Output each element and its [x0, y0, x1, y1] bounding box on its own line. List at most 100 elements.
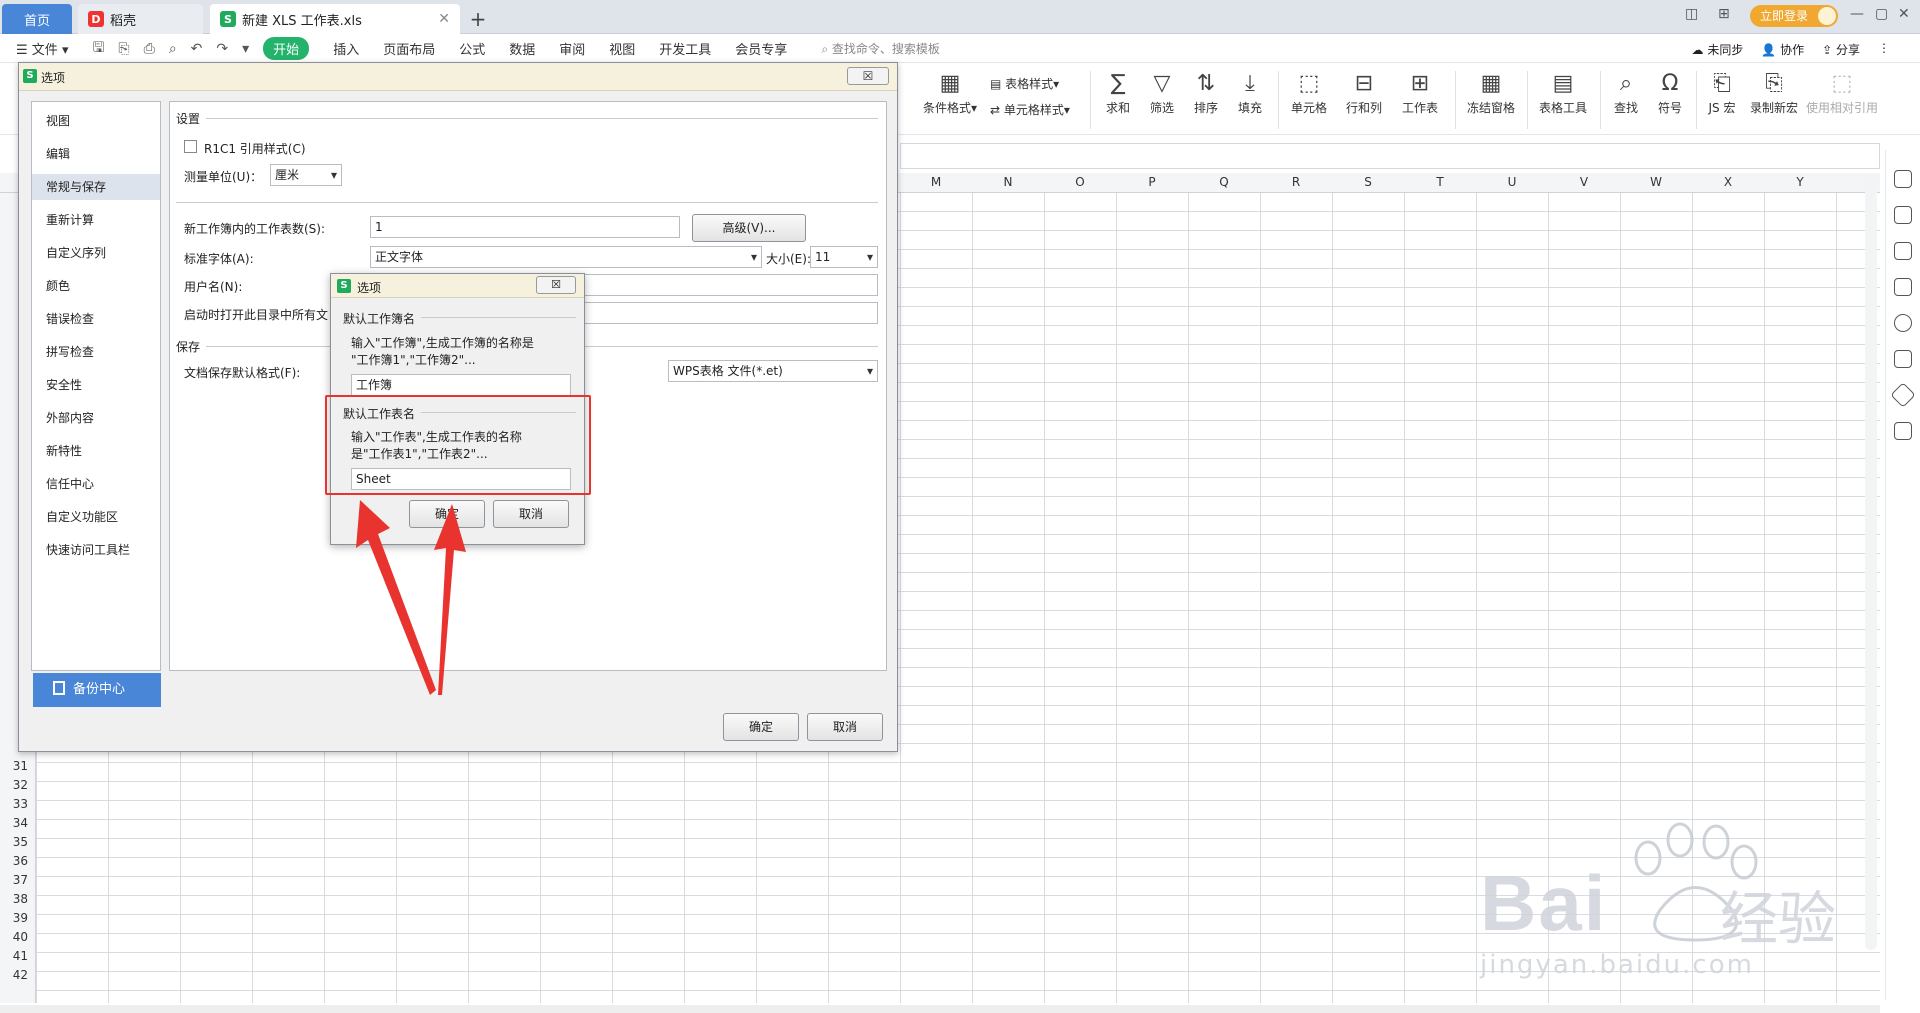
export-icon[interactable]: ⎘	[118, 41, 129, 57]
menu-insert[interactable]: 插入	[333, 39, 359, 58]
menu-data[interactable]: 数据	[509, 39, 535, 58]
collab-button[interactable]: 👤 协作	[1761, 41, 1804, 58]
cancel-button[interactable]: 取消	[493, 500, 569, 528]
filter-button[interactable]: ▽ 筛选	[1142, 69, 1182, 116]
style-icon[interactable]	[1894, 170, 1912, 188]
record-macro-button[interactable]: ⎘ 录制新宏	[1748, 69, 1800, 116]
size-select[interactable]: 11	[810, 246, 878, 268]
column-label[interactable]: N	[972, 175, 1044, 189]
nav-item-security[interactable]: 安全性	[32, 372, 160, 398]
column-label[interactable]: U	[1476, 175, 1548, 189]
nav-item-edit[interactable]: 编辑	[32, 141, 160, 167]
menu-developer[interactable]: 开发工具	[659, 39, 711, 58]
row-label[interactable]: 41	[0, 949, 34, 963]
sync-button[interactable]: ☁ 未同步	[1691, 41, 1743, 58]
grid-icon[interactable]: ⊞	[1718, 6, 1730, 22]
row-label[interactable]: 39	[0, 911, 34, 925]
sheets-count-input[interactable]: 1	[370, 216, 680, 238]
command-search[interactable]: ⌕ 查找命令、搜索模板	[821, 40, 940, 57]
font-select[interactable]: 正文字体	[370, 246, 762, 268]
more-icon[interactable]: ▾	[242, 41, 249, 57]
new-tab-button[interactable]: +	[462, 4, 494, 34]
column-label[interactable]: W	[1620, 175, 1692, 189]
maximize-button[interactable]: ▢	[1875, 6, 1888, 22]
js-macro-button[interactable]: ⎗ JS 宏	[1702, 69, 1742, 116]
column-label[interactable]: R	[1260, 175, 1332, 189]
unit-select[interactable]: 厘米	[270, 164, 342, 186]
column-label[interactable]: S	[1332, 175, 1404, 189]
column-label[interactable]: T	[1404, 175, 1476, 189]
save-format-select[interactable]: WPS表格 文件(*.et)	[668, 360, 878, 382]
more-options-icon[interactable]: ⋮	[1878, 41, 1890, 58]
book-icon[interactable]	[1894, 422, 1912, 440]
layout-icon[interactable]: ◫	[1685, 6, 1698, 22]
column-label[interactable]: V	[1548, 175, 1620, 189]
horizontal-scrollbar[interactable]	[0, 1005, 1880, 1013]
cell-button[interactable]: ⬚ 单元格	[1285, 69, 1333, 116]
default-names-titlebar[interactable]: S 选项 ☒	[331, 274, 584, 298]
tab-daoke[interactable]: D 稻壳	[78, 4, 203, 34]
nav-item-custom-ribbon[interactable]: 自定义功能区	[32, 504, 160, 530]
column-label[interactable]: Q	[1188, 175, 1260, 189]
cell-style-button[interactable]: ⇄ 单元格样式▾	[990, 101, 1070, 118]
ok-button[interactable]: 确定	[723, 713, 799, 741]
row-label[interactable]: 42	[0, 968, 34, 982]
formula-bar[interactable]	[900, 143, 1880, 169]
backup-center-button[interactable]: 备份中心	[33, 673, 161, 707]
nav-item-external[interactable]: 外部内容	[32, 405, 160, 431]
menu-start[interactable]: 开始	[263, 37, 310, 60]
row-label[interactable]: 36	[0, 854, 34, 868]
column-label[interactable]: Y	[1764, 175, 1836, 189]
close-button[interactable]: ☒	[536, 276, 576, 294]
column-label[interactable]: P	[1116, 175, 1188, 189]
column-label[interactable]: O	[1044, 175, 1116, 189]
menu-review[interactable]: 审阅	[559, 39, 585, 58]
cancel-button[interactable]: 取消	[807, 713, 883, 741]
menu-page-layout[interactable]: 页面布局	[383, 39, 435, 58]
freeze-button[interactable]: ▦ 冻结窗格	[1462, 69, 1520, 116]
close-tab-icon[interactable]: ✕	[438, 11, 450, 27]
nav-item-spell-check[interactable]: 拼写检查	[32, 339, 160, 365]
row-label[interactable]: 37	[0, 873, 34, 887]
table-tools-button[interactable]: ▤ 表格工具	[1534, 69, 1592, 116]
login-button[interactable]: 立即登录	[1750, 5, 1839, 27]
sort-button[interactable]: ⇅ 排序	[1186, 69, 1226, 116]
row-label[interactable]: 38	[0, 892, 34, 906]
nav-item-view[interactable]: 视图	[32, 108, 160, 134]
location-icon[interactable]	[1890, 382, 1916, 408]
vertical-scrollbar[interactable]	[1865, 180, 1877, 950]
undo-icon[interactable]: ↶	[191, 41, 203, 57]
menu-member[interactable]: 会员专享	[735, 39, 787, 58]
nav-item-color[interactable]: 颜色	[32, 273, 160, 299]
row-label[interactable]: 40	[0, 930, 34, 944]
options-dialog-titlebar[interactable]: S 选项 ☒	[19, 63, 897, 91]
row-label[interactable]: 31	[0, 759, 34, 773]
find-button[interactable]: ⌕ 查找	[1606, 69, 1646, 116]
redo-icon[interactable]: ↷	[216, 41, 228, 57]
nav-item-quick-access[interactable]: 快速访问工具栏	[32, 537, 160, 563]
select-icon[interactable]	[1894, 206, 1912, 224]
file-menu[interactable]: ☰ 文件 ▾	[16, 39, 68, 58]
nav-item-recalc[interactable]: 重新计算	[32, 207, 160, 233]
help-icon[interactable]	[1894, 314, 1912, 332]
tab-document[interactable]: S 新建 XLS 工作表.xls ✕	[210, 4, 460, 34]
preview-icon[interactable]: ⌕	[169, 41, 177, 57]
share-button[interactable]: ⇪ 分享	[1822, 41, 1860, 58]
cond-format-button[interactable]: ▦ 条件格式▾	[920, 69, 980, 116]
crop-icon[interactable]	[1894, 278, 1912, 296]
worksheet-button[interactable]: ⊞ 工作表	[1396, 69, 1444, 116]
table-style-button[interactable]: ▤ 表格样式▾	[990, 75, 1059, 92]
save-icon[interactable]: 🖫	[92, 37, 104, 61]
print-icon[interactable]: ⎙	[144, 41, 155, 57]
column-label[interactable]: X	[1692, 175, 1764, 189]
fill-button[interactable]: ⤓ 填充	[1230, 69, 1270, 116]
r1c1-checkbox[interactable]	[184, 140, 197, 153]
menu-view[interactable]: 视图	[609, 39, 635, 58]
relative-ref-button[interactable]: ⬚ 使用相对引用	[1806, 69, 1878, 116]
nav-item-general-save[interactable]: 常规与保存	[32, 174, 160, 200]
row-label[interactable]: 33	[0, 797, 34, 811]
nav-item-trust-center[interactable]: 信任中心	[32, 471, 160, 497]
advanced-button[interactable]: 高级(V)...	[692, 214, 806, 242]
column-label[interactable]: M	[900, 175, 972, 189]
row-col-button[interactable]: ⊟ 行和列	[1340, 69, 1388, 116]
